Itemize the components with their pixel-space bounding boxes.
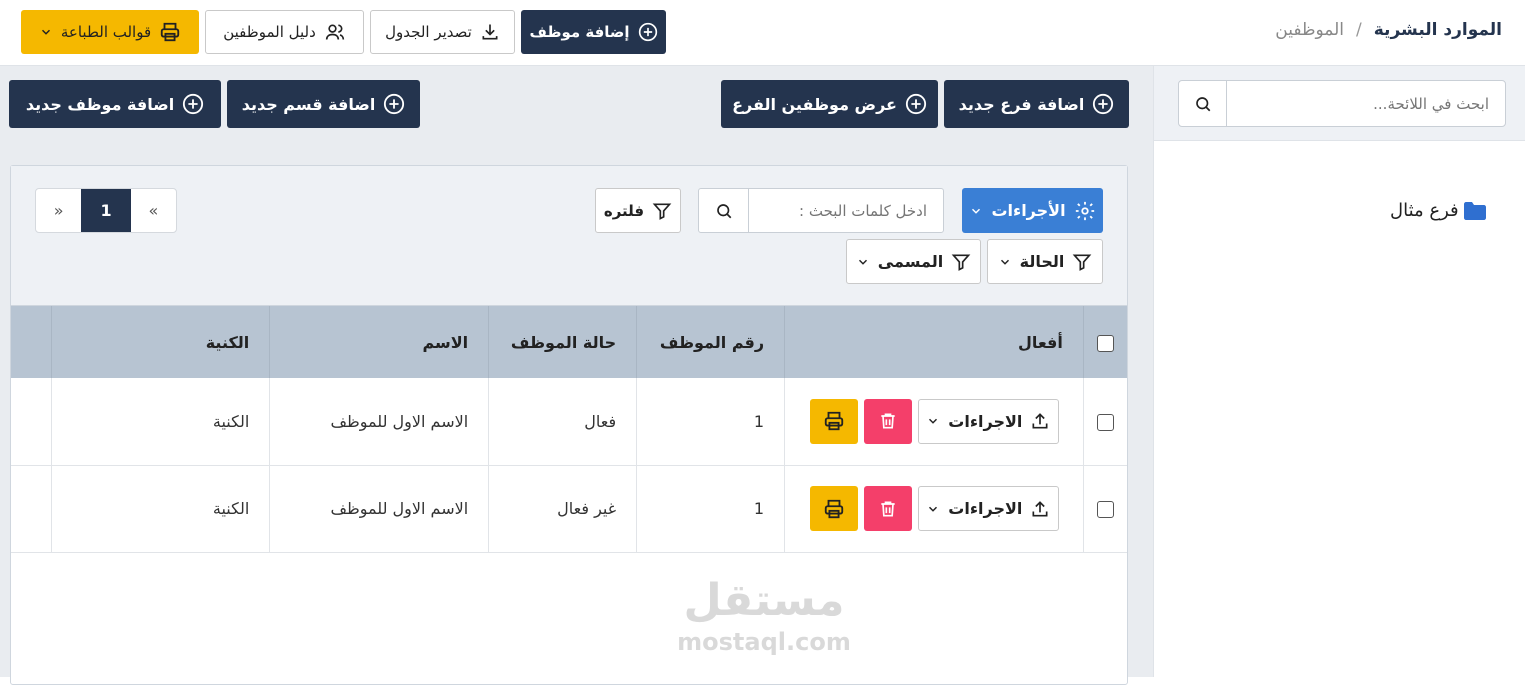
search-icon[interactable] — [1179, 81, 1227, 126]
breadcrumb-root[interactable]: الموارد البشرية — [1374, 20, 1502, 40]
status-filter-dropdown[interactable]: الحالة — [987, 239, 1103, 284]
plus-circle-icon — [905, 93, 927, 115]
breadcrumb-separator: / — [1356, 20, 1362, 40]
table-row: الاجراءات 1 غير فعال الاسم الاول للموظف … — [11, 465, 1127, 553]
watermark: مستقل mostaql.com — [674, 575, 854, 657]
row-actions-label: الاجراءات — [948, 411, 1023, 431]
plus-circle-icon — [1092, 93, 1114, 115]
add-department-button[interactable]: اضافة قسم جديد — [227, 80, 420, 128]
pagination-next[interactable]: » — [36, 189, 81, 232]
status-filter-label: الحالة — [1019, 252, 1065, 271]
export-table-button[interactable]: تصدير الجدول — [370, 10, 515, 54]
add-branch-label: اضافة فرع جديد — [958, 94, 1085, 114]
chevron-down-icon — [969, 204, 983, 218]
tree-item-branch[interactable]: فرع مثال — [1390, 200, 1487, 221]
watermark-latin: mostaql.com — [677, 628, 851, 656]
employee-status: غير فعال — [488, 465, 637, 553]
users-icon — [324, 22, 346, 42]
procedures-label: الأجراءات — [991, 201, 1066, 220]
view-branch-employees-label: عرض موظفين الفرع — [732, 94, 897, 114]
chevron-down-icon — [856, 255, 870, 269]
trash-icon — [878, 411, 898, 431]
watermark-arabic: مستقل — [683, 575, 845, 626]
employee-name: الاسم الاول للموظف — [269, 465, 489, 553]
upload-icon — [1030, 411, 1050, 431]
sidebar-search — [1178, 80, 1506, 127]
employee-name: الاسم الاول للموظف — [269, 378, 489, 466]
title-filter-dropdown[interactable]: المسمى — [846, 239, 981, 284]
employee-guide-label: دليل الموظفين — [223, 23, 316, 41]
add-employee-button[interactable]: إضافة موظف — [521, 10, 666, 54]
row-checkbox[interactable] — [1096, 501, 1114, 518]
filter-label: فلتره — [603, 201, 645, 220]
employee-status: فعال — [488, 378, 637, 466]
column-header-empty — [11, 306, 52, 378]
add-new-employee-button[interactable]: اضافة موظف جديد — [9, 80, 221, 128]
row-checkbox[interactable] — [1096, 413, 1114, 431]
column-header: رقم الموظف — [636, 306, 785, 378]
chevron-down-icon — [39, 25, 53, 39]
printer-icon — [823, 410, 845, 432]
column-header: الكنية — [51, 306, 270, 378]
select-all-checkbox[interactable] — [1096, 334, 1114, 352]
chevron-down-icon — [998, 255, 1012, 269]
download-icon — [480, 22, 500, 42]
table-search-input[interactable] — [749, 189, 943, 232]
row-actions-dropdown[interactable]: الاجراءات — [917, 398, 1059, 444]
filter-icon — [652, 201, 672, 221]
search-icon[interactable] — [699, 189, 749, 232]
column-header: الاسم — [269, 306, 489, 378]
printer-icon — [159, 21, 181, 43]
chevron-down-icon — [926, 414, 940, 428]
table-row: الاجراءات 1 فعال الاسم الاول للموظف الكن… — [11, 378, 1127, 466]
pagination: » 1 « — [35, 188, 177, 233]
table-card-header — [11, 166, 1127, 306]
row-actions-dropdown[interactable]: الاجراءات — [917, 486, 1059, 531]
filter-button[interactable]: فلتره — [595, 188, 681, 233]
employee-nickname: الكنية — [51, 465, 270, 553]
print-button[interactable] — [809, 486, 858, 531]
employee-number: 1 — [636, 378, 785, 466]
pagination-current[interactable]: 1 — [81, 189, 131, 232]
gear-icon — [1074, 200, 1096, 222]
upload-icon — [1030, 499, 1050, 519]
employee-guide-button[interactable]: دليل الموظفين — [205, 10, 364, 54]
export-table-label: تصدير الجدول — [385, 23, 472, 41]
pagination-prev[interactable]: « — [131, 189, 176, 232]
employee-nickname: الكنية — [51, 378, 270, 466]
sidebar-search-input[interactable] — [1227, 81, 1505, 126]
add-employee-label: إضافة موظف — [529, 23, 630, 41]
procedures-dropdown[interactable]: الأجراءات — [962, 188, 1103, 233]
table-header-row: أفعال رقم الموظف حالة الموظف الاسم الكني… — [11, 306, 1127, 378]
print-button[interactable] — [809, 398, 858, 444]
add-department-label: اضافة قسم جديد — [241, 94, 376, 114]
breadcrumb: الموارد البشرية / الموظفين — [1270, 20, 1502, 40]
add-new-employee-label: اضافة موظف جديد — [25, 94, 175, 114]
plus-circle-icon — [383, 93, 405, 115]
chevron-down-icon — [926, 502, 940, 516]
plus-circle-icon — [638, 22, 658, 42]
folder-icon — [1463, 201, 1487, 221]
breadcrumb-current: الموظفين — [1275, 20, 1345, 40]
view-branch-employees-button[interactable]: عرض موظفين الفرع — [721, 80, 938, 128]
tree-item-label: فرع مثال — [1390, 200, 1459, 221]
employees-table: أفعال رقم الموظف حالة الموظف الاسم الكني… — [11, 306, 1127, 553]
trash-icon — [878, 499, 898, 519]
column-header: أفعال — [784, 306, 1084, 378]
filter-icon — [951, 252, 971, 272]
table-search — [698, 188, 944, 233]
row-actions-label: الاجراءات — [948, 499, 1023, 518]
plus-circle-icon — [182, 93, 204, 115]
printer-icon — [823, 498, 845, 520]
add-branch-button[interactable]: اضافة فرع جديد — [944, 80, 1129, 128]
delete-button[interactable] — [863, 486, 912, 531]
print-templates-button[interactable]: قوالب الطباعة — [21, 10, 199, 54]
column-header: حالة الموظف — [488, 306, 637, 378]
employee-number: 1 — [636, 465, 785, 553]
filter-icon — [1072, 252, 1092, 272]
print-templates-label: قوالب الطباعة — [60, 23, 152, 41]
title-filter-label: المسمى — [877, 252, 944, 271]
sidebar-panel — [1153, 66, 1525, 677]
delete-button[interactable] — [863, 398, 912, 444]
